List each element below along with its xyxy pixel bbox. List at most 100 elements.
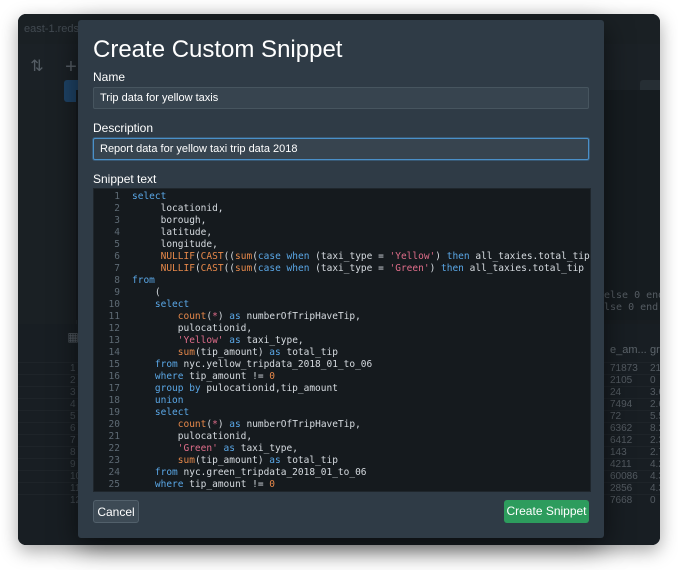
description-label: Description <box>93 121 154 135</box>
code-line: 13 'Yellow' as taxi_type, <box>94 335 304 347</box>
name-label: Name <box>93 70 126 84</box>
code-token: tip_amount != <box>183 479 270 490</box>
code-token: then <box>441 263 464 274</box>
code-token: as <box>269 455 281 466</box>
code-line: 3 borough, <box>94 215 206 227</box>
line-number: 17 <box>108 383 120 394</box>
code-token: pulocationid, <box>132 431 253 442</box>
code-token: sum <box>177 347 195 358</box>
code-line: 11 count(*) as numberOfTripHaveTip, <box>94 311 361 323</box>
code-token: nyc.yellow_tripdata_2018_01_to_06 <box>177 359 373 370</box>
code-line: 16 where tip_amount != 0 <box>94 371 275 383</box>
code-token: as <box>229 311 241 322</box>
line-number: 13 <box>108 335 120 346</box>
snippet-code-editor[interactable]: 1 select 2 locationid, 3 borough, 4 latitude… <box>93 188 591 492</box>
code-token: (tip_amount) <box>194 455 270 466</box>
code-token: tip_amount != <box>183 371 270 382</box>
code-token: (( <box>223 263 236 274</box>
code-token: borough, <box>132 215 207 226</box>
code-token: else <box>590 263 591 274</box>
code-token: taxi_type, <box>235 443 298 454</box>
code-line: 18 union <box>94 395 184 407</box>
code-token: ) <box>429 263 442 274</box>
cancel-button[interactable]: Cancel <box>93 500 139 523</box>
create-snippet-button[interactable]: Create Snippet <box>504 500 589 523</box>
code-token: case <box>257 251 281 262</box>
code-token: all_taxies.total_tip <box>463 263 590 274</box>
code-line: 1 select <box>94 191 166 203</box>
code-token: 'Green' <box>389 263 430 274</box>
line-number: 7 <box>114 263 120 274</box>
line-number: 19 <box>108 407 120 418</box>
code-token: total_tip <box>280 347 338 358</box>
code-line: 17 group by pulocationid,tip_amount <box>94 383 338 395</box>
code-token: where <box>154 371 184 382</box>
code-token: (taxi_type = <box>309 251 390 262</box>
code-token: as <box>223 443 235 454</box>
code-token: ( <box>132 287 161 298</box>
line-number: 6 <box>114 251 120 262</box>
code-token: sum <box>235 251 253 262</box>
code-line: 2 locationid, <box>94 203 223 215</box>
code-token: case <box>257 263 281 274</box>
code-token: (( <box>223 251 236 262</box>
code-token: numberOfTripHaveTip, <box>240 419 361 430</box>
code-token: group by <box>154 383 201 394</box>
line-number: 3 <box>114 215 120 226</box>
code-line: 10 select <box>94 299 190 311</box>
code-token: total_tip <box>280 455 338 466</box>
snippet-text-label: Snippet text <box>93 172 157 186</box>
line-number: 9 <box>114 287 120 298</box>
line-number: 23 <box>108 455 120 466</box>
code-token: (taxi_type = <box>309 263 390 274</box>
description-input[interactable] <box>93 138 589 160</box>
line-number: 25 <box>108 479 120 490</box>
code-token: nyc.green_tripdata_2018_01_to_06 <box>177 467 367 478</box>
code-token: CAST <box>200 251 224 262</box>
name-input[interactable] <box>93 87 589 109</box>
code-token: (tip_amount) <box>194 347 270 358</box>
code-line: 7 NULLIF(CAST((sum(case when (taxi_type … <box>94 263 591 275</box>
code-token: pulocationid, <box>132 323 253 334</box>
code-line: 14 sum(tip_amount) as total_tip <box>94 347 338 359</box>
line-number: 16 <box>108 371 120 382</box>
create-snippet-dialog: Create Custom Snippet Name Description S… <box>78 20 604 538</box>
line-number: 12 <box>108 323 120 334</box>
code-token: 0 <box>269 371 276 382</box>
code-token: as <box>269 347 281 358</box>
code-token: then <box>446 251 470 262</box>
code-line: 4 latitude, <box>94 227 212 239</box>
line-number: 8 <box>114 275 120 286</box>
code-token: count <box>177 311 207 322</box>
code-token: select <box>154 299 190 310</box>
dialog-title: Create Custom Snippet <box>93 36 343 63</box>
code-token: 0 <box>269 479 276 490</box>
line-number: 15 <box>108 359 120 370</box>
code-line: 23 sum(tip_amount) as total_tip <box>94 455 338 467</box>
code-token: select <box>132 191 167 202</box>
code-token: sum <box>177 455 195 466</box>
line-number: 22 <box>108 443 120 454</box>
code-line: 8 from <box>94 275 155 287</box>
code-line: 22 'Green' as taxi_type, <box>94 443 298 455</box>
code-token: all_taxies.total_tip <box>469 251 591 262</box>
code-token: 'Green' <box>177 443 218 454</box>
code-token: longitude, <box>132 239 218 250</box>
code-token: 'Yellow' <box>389 251 436 262</box>
code-token: union <box>154 395 184 406</box>
code-line: 20 count(*) as numberOfTripHaveTip, <box>94 419 361 431</box>
code-token: NULLIF <box>160 251 195 262</box>
line-number: 14 <box>108 347 120 358</box>
